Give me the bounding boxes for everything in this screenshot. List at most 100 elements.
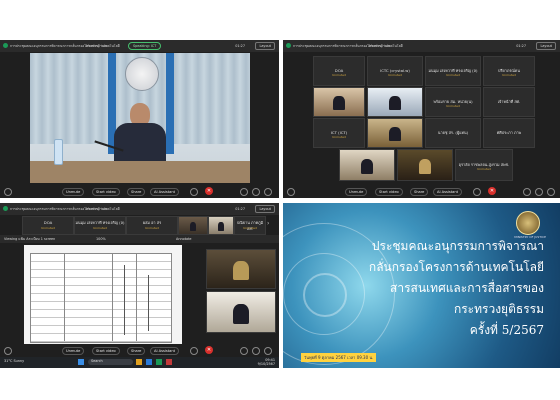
participant-video[interactable] — [367, 87, 423, 117]
speaker-body — [114, 123, 166, 165]
start-icon[interactable] — [78, 359, 84, 365]
slide-title-line-5: ครั้งที่ 5/2567 — [469, 323, 544, 337]
webex-window-speaker: การประชุมคณะอนุกรรมการพิจารณาการกลั่นกรอ… — [0, 40, 279, 198]
more-options-icon[interactable] — [190, 188, 198, 196]
participant-tile[interactable]: นายชุ สร. (ผู้แทน) — [425, 118, 481, 148]
participant-video[interactable] — [397, 149, 453, 181]
windows-taskbar: 31°C Sunny Search 09:41 9/10/2567 — [0, 357, 279, 368]
more-icon[interactable] — [264, 347, 272, 355]
ai-assistant-button[interactable]: AI Assistant — [433, 188, 463, 196]
title-bar: การประชุมคณะอนุกรรมการพิจารณาการกลั่นกรอ… — [0, 203, 279, 215]
leave-meeting-button[interactable]: ✕ — [205, 346, 213, 354]
meeting-info-button[interactable]: Meeting info — [86, 207, 107, 211]
taskbar-app-icon[interactable] — [156, 359, 162, 365]
participant-tile[interactable]: อุราลัย ราชพลจน-สูงรวม สพช. Unmuted — [455, 149, 513, 181]
leave-meeting-button[interactable]: ✕ — [205, 187, 213, 195]
title-bar: การประชุมคณะอนุกรรมการพิจารณาการกลั่นกรอ… — [283, 40, 560, 52]
table-column-divider — [112, 253, 113, 341]
meeting-timer: 01:27 — [235, 207, 245, 211]
participant-video[interactable] — [367, 118, 423, 148]
participant-video[interactable] — [206, 291, 276, 333]
participant-tile[interactable]: พร้อมราย สม. หน่วย(น) Unmuted — [425, 87, 481, 117]
wall-emblem — [125, 57, 159, 91]
unmute-button[interactable]: Unmute — [345, 188, 368, 196]
weather-widget[interactable]: 31°C Sunny — [4, 359, 24, 363]
unmute-button[interactable]: Unmute — [62, 347, 85, 355]
participant-video[interactable] — [208, 216, 234, 235]
shared-document — [24, 245, 182, 347]
slide-title-line-1: ประชุมคณะอนุกรรมการพิจารณา — [371, 239, 544, 253]
start-video-button[interactable]: Start video — [92, 188, 120, 196]
participant-tile[interactable]: ปณิธาน ภาคภูมิ สศ. Unmuted — [234, 216, 266, 235]
participant-video[interactable] — [178, 216, 208, 235]
participant-tile[interactable]: ผสม อา สร Unmuted — [126, 216, 178, 235]
desk — [30, 161, 250, 183]
tech-ring-decoration — [303, 273, 347, 317]
taskbar-app-icon[interactable] — [166, 359, 172, 365]
layout-button[interactable]: Layout — [255, 42, 275, 50]
participant-tile[interactable]: DOA Unmuted — [22, 216, 74, 235]
ai-assistant-button[interactable]: AI Assistant — [150, 347, 180, 355]
meeting-date-banner: วันพุธที่ 9 ตุลาคม 2567 เวลา 09.30 น. — [301, 353, 377, 362]
start-video-button[interactable]: Start video — [375, 188, 403, 196]
meeting-timer: 01:27 — [516, 44, 526, 48]
share-button[interactable]: Share — [410, 188, 429, 196]
participant-tile[interactable]: ICT (ICT) Unmuted — [313, 118, 365, 148]
taskbar-search[interactable]: Search — [88, 359, 133, 365]
webex-logo-icon — [286, 43, 291, 48]
start-video-button[interactable]: Start video — [92, 347, 120, 355]
lock-icon[interactable] — [4, 188, 12, 196]
lock-icon[interactable] — [4, 347, 12, 355]
slide-title-line-2: กลั่นกรองโครงการด้านเทคโนโลยี — [368, 260, 544, 274]
meeting-controls: Unmute Start video Share AI Assistant ✕ — [283, 185, 560, 198]
participant-tile[interactable]: เจ้าหน้าที่ สศ. — [483, 87, 535, 117]
meeting-info-button[interactable]: Meeting info — [369, 44, 390, 48]
ai-assistant-button[interactable]: AI Assistant — [150, 188, 180, 196]
taskbar-app-icon[interactable] — [146, 359, 152, 365]
more-icon[interactable] — [547, 188, 555, 196]
layout-button[interactable]: Layout — [536, 42, 556, 50]
layout-button[interactable]: Layout — [255, 205, 275, 213]
taskbar-clock[interactable]: 09:41 9/10/2567 — [258, 358, 275, 366]
participant-tile[interactable]: ICTC (crystal.w) Unmuted — [367, 56, 423, 86]
flow-line — [124, 265, 125, 335]
participants-icon[interactable] — [240, 347, 248, 355]
title-bar: การประชุมคณะอนุกรรมการพิจารณาการกลั่นกรอ… — [0, 40, 279, 52]
participants-icon[interactable] — [240, 188, 248, 196]
next-page-icon[interactable]: › — [267, 220, 269, 227]
unmute-button[interactable]: Unmute — [62, 188, 85, 196]
chat-icon[interactable] — [535, 188, 543, 196]
chat-icon[interactable] — [252, 188, 260, 196]
participant-video[interactable] — [206, 249, 276, 289]
zoom-level[interactable]: 100% — [96, 237, 106, 241]
participant-tile[interactable]: มนมุม เสงหวาที ทรงเจริญ (ล) Unmuted — [425, 56, 481, 86]
share-title: Viewing แฟ้ม Aระเบียบ 1 screen — [4, 237, 56, 241]
participant-video[interactable] — [339, 149, 395, 181]
more-options-icon[interactable] — [473, 188, 481, 196]
participant-video[interactable] — [313, 87, 365, 117]
table-column-divider — [136, 253, 137, 341]
share-header: Viewing แฟ้ม Aระเบียบ 1 screen 100% Anno… — [0, 235, 279, 243]
webex-window-share: การประชุมคณะอนุกรรมการพิจารณาการกลั่นกรอ… — [0, 203, 279, 368]
water-bottle — [54, 139, 63, 165]
share-button[interactable]: Share — [127, 347, 146, 355]
participant-tile[interactable]: ปรียาภรณ์ดน Unmuted — [483, 56, 535, 86]
slide-title-line-3: สารสนเทศและการสื่อสารของ — [390, 281, 544, 295]
participants-icon[interactable] — [523, 188, 531, 196]
participant-tile[interactable]: มนมุม เสงหวาที ทรงเจริญ (ล) Unmuted — [74, 216, 126, 235]
leave-meeting-button[interactable]: ✕ — [488, 187, 496, 195]
participant-tile[interactable]: ศศิประภา ภาพ — [483, 118, 535, 148]
meeting-info-button[interactable]: Meeting info — [86, 44, 107, 48]
table-column-divider — [64, 253, 65, 341]
annotate-button[interactable]: Annotate — [176, 237, 192, 241]
share-button[interactable]: Share — [127, 188, 146, 196]
document-table — [30, 253, 172, 343]
participant-tile[interactable]: DOA Unmuted — [313, 56, 365, 86]
lock-icon[interactable] — [287, 188, 295, 196]
chat-icon[interactable] — [252, 347, 260, 355]
speaking-indicator: Speaking: ICT — [128, 42, 162, 50]
more-options-icon[interactable] — [190, 347, 198, 355]
title-slide: MINISTRY OF JUSTICE ประชุมคณะอนุกรรมการพ… — [283, 203, 560, 368]
taskbar-app-icon[interactable] — [136, 359, 142, 365]
more-icon[interactable] — [264, 188, 272, 196]
